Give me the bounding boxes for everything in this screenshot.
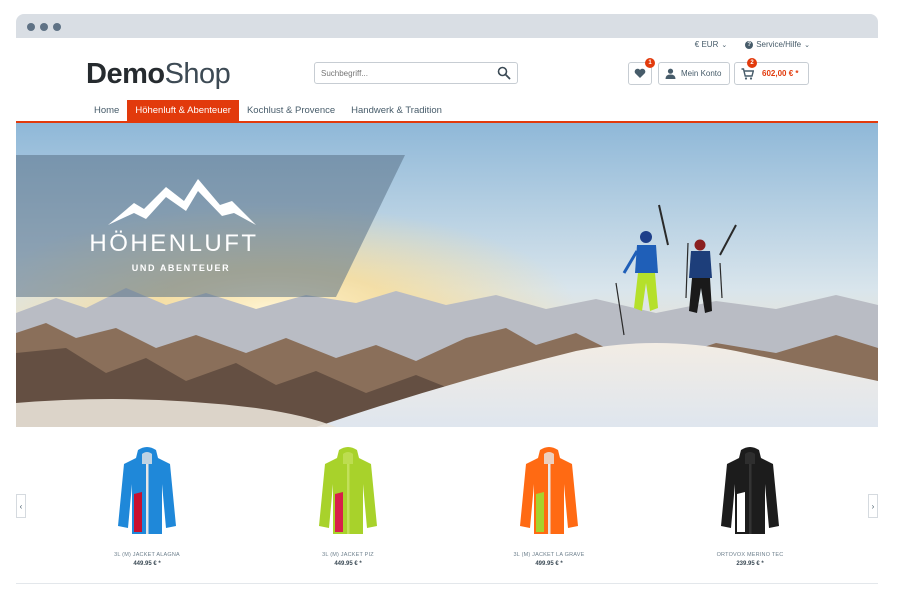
service-menu[interactable]: ? Service/Hilfe ⌄ bbox=[745, 40, 810, 49]
product-price: 449.95 € * bbox=[334, 561, 362, 567]
hero-subtitle: UND ABENTEUER bbox=[132, 263, 230, 273]
jacket-image bbox=[721, 447, 779, 534]
user-icon bbox=[665, 68, 676, 79]
search-icon[interactable] bbox=[497, 66, 511, 80]
browser-window: € EUR⌄ ?Service/Hilfe⌄ DemoShop 1 Mein K… bbox=[16, 14, 878, 610]
cart-icon bbox=[741, 67, 754, 80]
search-box bbox=[314, 62, 518, 84]
cart-button[interactable]: 2 602,00 € * bbox=[734, 58, 809, 85]
product-name[interactable]: 3L (M) JACKET ALAGNA bbox=[67, 552, 227, 558]
wishlist-button[interactable]: 1 bbox=[628, 58, 655, 85]
divider bbox=[16, 583, 878, 584]
top-bar: € EUR ⌄ ? Service/Hilfe ⌄ bbox=[695, 40, 810, 49]
shop-logo[interactable]: DemoShop bbox=[86, 58, 231, 91]
hero-image: HÖHENLUFT UND ABENTEUER bbox=[16, 123, 878, 427]
heart-icon bbox=[634, 68, 646, 78]
currency-label: € EUR bbox=[694, 40, 719, 49]
window-dot-icon[interactable] bbox=[40, 23, 48, 31]
product-card[interactable]: 3L (M) JACKET ALAGNA 449.95 € * bbox=[67, 432, 227, 567]
jacket-image bbox=[319, 447, 377, 534]
product-price: 449.95 € * bbox=[133, 561, 161, 567]
slider-next-button[interactable]: › bbox=[868, 494, 878, 518]
product-name[interactable]: 3L (M) JACKET PIZ bbox=[268, 552, 428, 558]
chevron-down-icon: ⌄ bbox=[804, 41, 810, 49]
currency-select[interactable]: € EUR ⌄ bbox=[695, 40, 727, 49]
jacket-image bbox=[520, 447, 578, 534]
product-card[interactable]: 3L (M) JACKET PIZ 449.95 € * bbox=[268, 432, 428, 567]
window-titlebar bbox=[16, 14, 878, 38]
product-slider: ‹ › 3L (M) JACKET ALAGNA 449.95 € * 3L (M)… bbox=[16, 432, 878, 582]
product-name[interactable]: 3L (M) JACKET LA GRAVE bbox=[469, 552, 629, 558]
product-price: 499.95 € * bbox=[535, 561, 563, 567]
product-card[interactable]: 3L (M) JACKET LA GRAVE 499.95 € * bbox=[469, 432, 629, 567]
account-button[interactable]: Mein Konto bbox=[658, 62, 730, 85]
product-name[interactable]: ORTOVOX MERINO TEC bbox=[670, 552, 830, 558]
hero-banner[interactable]: HÖHENLUFT UND ABENTEUER bbox=[16, 123, 878, 427]
cart-total: 602,00 € * bbox=[762, 69, 799, 78]
logo-light-text: Shop bbox=[164, 58, 231, 90]
service-label: Service/Hilfe bbox=[756, 40, 802, 49]
product-price: 239.95 € * bbox=[736, 561, 764, 567]
nav-item-handwerk[interactable]: Handwerk & Tradition bbox=[343, 100, 450, 122]
window-dot-icon[interactable] bbox=[53, 23, 61, 31]
nav-item-kochlust[interactable]: Kochlust & Provence bbox=[239, 100, 343, 122]
window-dot-icon[interactable] bbox=[27, 23, 35, 31]
cart-count-badge: 2 bbox=[747, 58, 757, 68]
account-label: Mein Konto bbox=[681, 69, 722, 78]
product-card[interactable]: ORTOVOX MERINO TEC 239.95 € * bbox=[670, 432, 830, 567]
help-icon: ? bbox=[745, 40, 754, 49]
hero-title: HÖHENLUFT bbox=[89, 230, 258, 257]
chevron-down-icon: ⌄ bbox=[721, 41, 728, 49]
search-input[interactable] bbox=[315, 63, 485, 84]
nav-item-home[interactable]: Home bbox=[86, 100, 127, 122]
main-navigation: Home Höhenluft & Abenteuer Kochlust & Pr… bbox=[86, 100, 450, 122]
jacket-image bbox=[118, 447, 176, 534]
logo-bold-text: Demo bbox=[86, 58, 165, 90]
nav-item-hoehenluft[interactable]: Höhenluft & Abenteuer bbox=[127, 100, 239, 122]
wishlist-count-badge: 1 bbox=[645, 58, 655, 68]
slider-prev-button[interactable]: ‹ bbox=[16, 494, 26, 518]
